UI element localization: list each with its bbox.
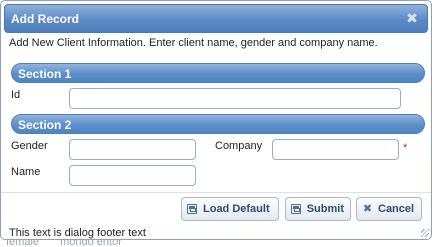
close-icon: ✖ <box>362 202 373 215</box>
id-label: Id <box>11 89 21 101</box>
add-record-dialog: Add Record ✖ Add New Client Information.… <box>0 0 432 240</box>
cancel-button[interactable]: ✖ Cancel <box>356 197 422 221</box>
name-field[interactable] <box>69 165 196 186</box>
gender-label: Gender <box>11 140 48 152</box>
dialog-footer-text: This text is dialog footer text <box>9 227 146 239</box>
section-header-1: Section 1 <box>11 63 425 83</box>
section-title: Section 1 <box>18 67 72 81</box>
load-default-label: Load Default <box>203 203 270 215</box>
company-label: Company <box>215 140 263 152</box>
company-field[interactable] <box>272 139 399 160</box>
submit-button[interactable]: Submit <box>285 197 351 221</box>
id-field[interactable] <box>69 88 401 109</box>
required-marker: * <box>403 142 408 154</box>
section-header-2: Section 2 <box>11 114 425 134</box>
submit-label: Submit <box>306 203 344 215</box>
section-title: Section 2 <box>18 118 72 132</box>
load-default-button[interactable]: Load Default <box>181 197 279 221</box>
disk-icon <box>291 204 301 214</box>
dialog-description: Add New Client Information. Enter client… <box>9 37 378 49</box>
resize-grip-icon[interactable] <box>421 229 429 237</box>
name-label: Name <box>11 166 41 178</box>
dialog-titlebar[interactable]: Add Record ✖ <box>4 4 428 33</box>
close-icon[interactable]: ✖ <box>405 11 419 25</box>
gender-field[interactable] <box>69 139 196 160</box>
button-bar-divider <box>1 192 431 193</box>
cancel-label: Cancel <box>378 203 415 215</box>
disk-icon <box>187 204 197 214</box>
dialog-title: Add Record <box>11 12 80 26</box>
